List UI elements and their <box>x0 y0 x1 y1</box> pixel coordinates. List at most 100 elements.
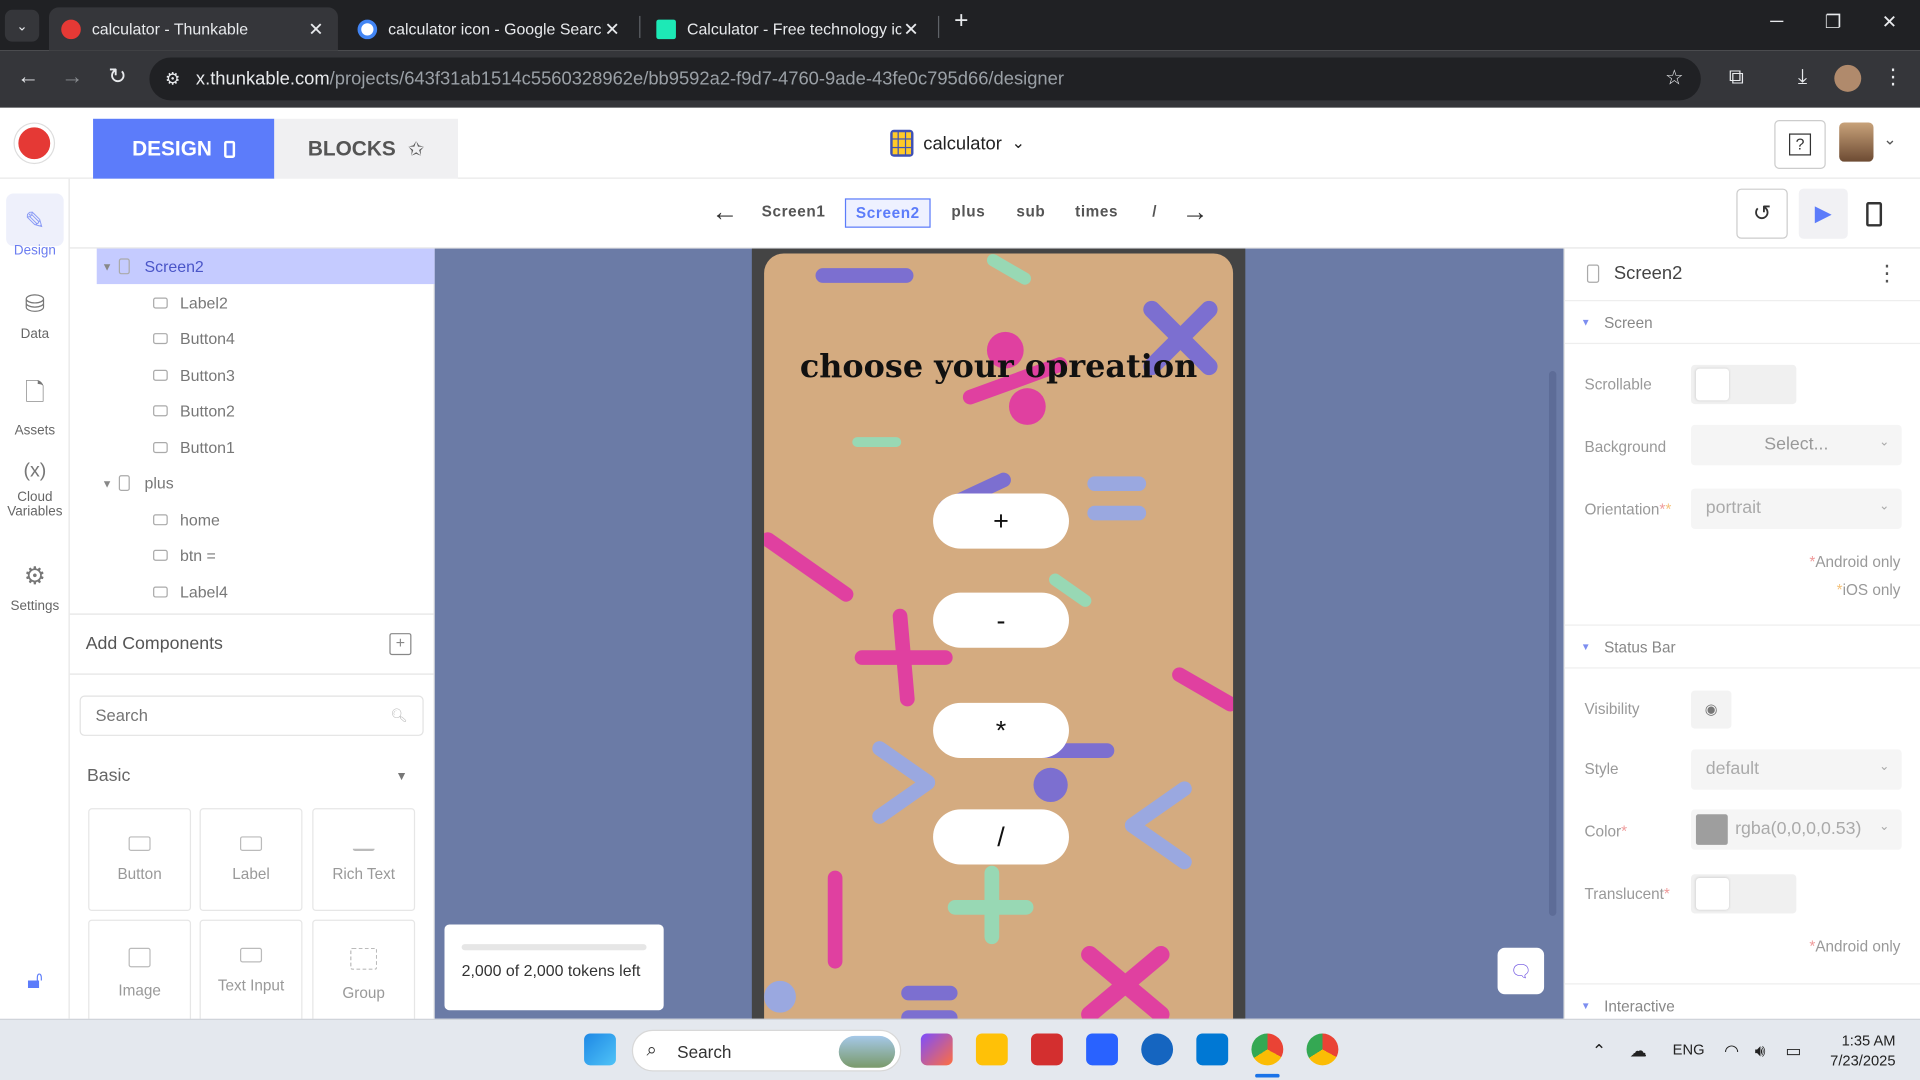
rail-item-design[interactable]: ✎ Design <box>0 206 70 258</box>
chevron-down-icon[interactable]: ⌄ <box>1883 130 1896 150</box>
screen-tab-times[interactable]: times <box>1065 198 1128 227</box>
orientation-select[interactable]: portrait ⌄ <box>1691 488 1902 529</box>
screen-tab-screen1[interactable]: Screen1 <box>752 198 835 227</box>
chat-button[interactable]: 🗨︎ <box>1497 947 1545 995</box>
tree-row-label4[interactable]: Label4 <box>97 574 435 610</box>
close-icon[interactable]: ✕ <box>306 18 326 40</box>
prev-screen-arrow-icon[interactable]: ← <box>711 196 738 228</box>
rail-item-settings[interactable]: ⚙ Settings <box>0 561 70 613</box>
times-operation-button[interactable]: * <box>933 702 1069 758</box>
tree-row-button3[interactable]: Button3 <box>97 357 435 393</box>
rail-item-assets[interactable]: 🗋 Assets <box>0 375 70 439</box>
tree-row-button2[interactable]: Button2 <box>97 393 435 429</box>
url-field[interactable]: ⚙ x.thunkable.com/projects/643f31ab1514c… <box>149 57 1701 101</box>
tab-search-button[interactable]: ⌄ <box>4 9 40 42</box>
color-select[interactable]: rgba(0,0,0,0.53) ⌄ <box>1691 809 1902 850</box>
profile-avatar-icon[interactable] <box>1834 64 1862 92</box>
cloud-offline-icon[interactable]: ☁ <box>1630 1041 1647 1062</box>
component-search[interactable]: 🔍︎ <box>79 695 424 736</box>
blocks-tab[interactable]: BLOCKS ✩ <box>274 118 458 179</box>
divide-operation-button[interactable]: / <box>933 809 1069 865</box>
file-explorer-icon[interactable] <box>975 1033 1008 1066</box>
more-vertical-icon[interactable]: ⋮ <box>1876 261 1898 287</box>
rail-item-cloud-variables[interactable]: (x) Cloud Variables <box>0 460 70 519</box>
wifi-icon[interactable]: ◠ <box>1724 1041 1739 1062</box>
caret-down-icon[interactable]: ▼ <box>396 770 408 783</box>
component-text-input[interactable]: Text Input <box>199 919 303 1023</box>
section-status-bar[interactable]: ▼ Status Bar <box>1564 624 1920 669</box>
tree-row-screen2[interactable]: ▼ Screen2 <box>96 248 435 285</box>
component-label[interactable]: Label <box>199 808 303 912</box>
component-group[interactable]: Group <box>312 919 416 1023</box>
tab-google-search[interactable]: calculator icon - Google Search ✕ <box>345 7 634 50</box>
reload-icon[interactable]: ↻ <box>102 64 134 90</box>
scrollable-toggle[interactable] <box>1691 364 1797 405</box>
taskbar-search[interactable]: ⌕ Search <box>631 1029 902 1072</box>
tree-row-button4[interactable]: Button4 <box>97 321 435 357</box>
screen-tab-plus[interactable]: plus <box>942 198 996 227</box>
copilot-icon[interactable] <box>920 1033 953 1066</box>
close-icon[interactable]: ✕ <box>602 18 622 40</box>
preview-heading[interactable]: choose your opreation <box>764 349 1233 386</box>
tab-calculator-thunkable[interactable]: calculator - Thunkable ✕ <box>48 7 338 51</box>
bookmark-star-icon[interactable]: ☆ <box>1665 66 1684 90</box>
tree-row-plus[interactable]: ▼ plus <box>97 465 435 501</box>
tree-row-label2[interactable]: Label2 <box>97 285 435 321</box>
tab-flaticon[interactable]: Calculator - Free technology icons ✕ <box>644 7 933 50</box>
back-arrow-icon[interactable]: ← <box>12 64 44 90</box>
clock[interactable]: 1:35 AM 7/23/2025 <box>1827 1031 1895 1070</box>
tree-row-home[interactable]: home <box>97 501 435 537</box>
canvas-scrollbar[interactable] <box>1548 371 1557 916</box>
chrome-profile-icon[interactable] <box>1306 1033 1339 1066</box>
help-button[interactable]: ? <box>1774 120 1826 169</box>
background-select[interactable]: Select... ⌄ <box>1691 424 1902 466</box>
screen-tab-divide[interactable]: / <box>1142 198 1166 227</box>
lock-icon[interactable]: 🔓︎ <box>0 967 70 995</box>
project-selector[interactable]: calculator ⌄ <box>890 129 1025 157</box>
plus-operation-button[interactable]: + <box>933 493 1069 549</box>
component-image[interactable]: Image <box>88 919 192 1023</box>
minimize-icon[interactable]: ─ <box>1749 11 1805 32</box>
tree-row-button1[interactable]: Button1 <box>97 429 435 465</box>
caret-down-icon[interactable]: ▼ <box>102 260 119 272</box>
windows-start-icon[interactable] <box>584 1033 616 1066</box>
thunkable-logo-icon[interactable] <box>14 123 54 163</box>
chevron-up-icon[interactable]: ⌃ <box>1592 1041 1606 1062</box>
close-icon[interactable]: ✕ <box>901 18 921 40</box>
design-canvas[interactable]: choose your opreation + - * / 2,000 of 2… <box>434 248 1564 1019</box>
window-close-icon[interactable]: ✕ <box>1861 11 1917 33</box>
add-square-icon[interactable]: + <box>389 633 412 656</box>
language-indicator[interactable]: ENG <box>1673 1041 1705 1058</box>
device-preview-button[interactable] <box>1848 189 1899 239</box>
component-button[interactable]: Button <box>88 808 192 912</box>
phone-screen[interactable]: choose your opreation + - * / <box>764 253 1234 1019</box>
zoom-icon[interactable] <box>1141 1033 1174 1066</box>
tree-row-btn-[interactable]: btn = <box>97 538 435 574</box>
extensions-icon[interactable]: ⧉ <box>1722 65 1751 89</box>
next-screen-arrow-icon[interactable]: → <box>1182 196 1209 228</box>
eye-icon[interactable]: ◉ <box>1691 690 1732 729</box>
volume-icon[interactable]: 🔊︎ <box>1755 1041 1766 1062</box>
screen-tab-screen2[interactable]: Screen2 <box>844 198 931 228</box>
caret-down-icon[interactable]: ▼ <box>102 477 119 489</box>
battery-icon[interactable]: ▭ <box>1785 1041 1801 1062</box>
store-icon[interactable] <box>1086 1033 1118 1066</box>
rail-item-data[interactable]: ⛁ Data <box>0 289 70 341</box>
minus-operation-button[interactable]: - <box>933 592 1069 648</box>
design-tab[interactable]: DESIGN <box>93 118 275 179</box>
section-screen[interactable]: ▼ Screen <box>1564 300 1920 345</box>
office-icon[interactable] <box>1031 1033 1063 1066</box>
screen-tab-sub[interactable]: sub <box>1007 198 1056 227</box>
chrome-icon[interactable] <box>1251 1033 1284 1066</box>
more-vertical-icon[interactable]: ⋮ <box>1878 65 1907 89</box>
vscode-icon[interactable] <box>1196 1033 1229 1066</box>
style-select[interactable]: default ⌄ <box>1691 749 1902 790</box>
site-settings-icon[interactable]: ⚙ <box>149 69 196 90</box>
download-icon[interactable]: ⤓ <box>1788 65 1817 89</box>
user-avatar[interactable] <box>1839 122 1874 162</box>
component-rich-text[interactable]: Rich Text <box>312 808 416 912</box>
restore-icon[interactable]: ❐ <box>1805 11 1861 33</box>
history-button[interactable]: ↺ <box>1736 188 1788 239</box>
forward-arrow-icon[interactable]: → <box>56 64 88 90</box>
basic-category-label[interactable]: Basic <box>87 767 130 787</box>
